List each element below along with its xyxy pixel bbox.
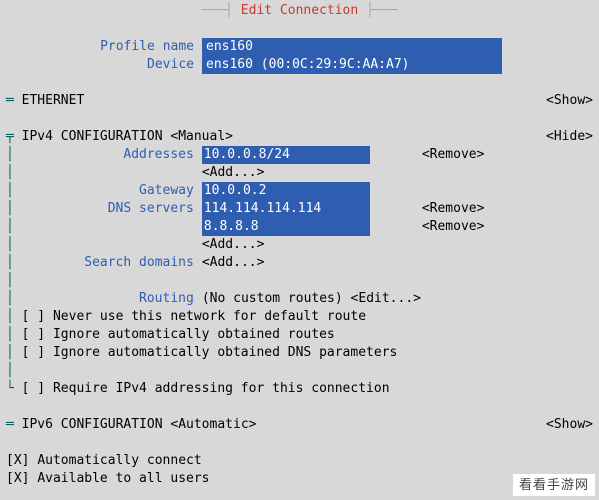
tree-pipe-icon: │ [6,218,14,236]
dns-input-1[interactable]: 8.8.8.8 [202,218,370,236]
gateway-label: Gateway [14,182,202,200]
gateway-row: │ Gateway 10.0.0.2 [6,182,593,200]
avail-all-label: Available to all users [37,470,209,488]
ignore-routes-checkbox[interactable]: [ ] [22,326,45,344]
title-border-right: ├─── [358,2,397,20]
avail-all-row: [X] Available to all users [6,470,593,488]
address-remove-button-0[interactable]: <Remove> [422,146,485,164]
check-require-ipv4-row: └ [ ] Require IPv4 addressing for this c… [6,380,593,398]
ignore-routes-label: Ignore automatically obtained routes [53,326,335,344]
search-domains-add-button[interactable]: <Add...> [202,254,265,272]
profile-name-input[interactable]: ens160 [202,38,502,56]
device-input[interactable]: ens160 (00:0C:29:9C:AA:A7) [202,56,502,74]
ignore-dns-checkbox[interactable]: [ ] [22,344,45,362]
ipv4-label: IPv4 CONFIGURATION [22,128,163,146]
dns-remove-button-1[interactable]: <Remove> [422,218,485,236]
title-border-left: ───┤ [202,2,241,20]
ipv6-section: ═ IPv6 CONFIGURATION <Automatic> <Show> [6,416,593,434]
dns-add-button[interactable]: <Add...> [202,236,265,254]
address-input-0[interactable]: 10.0.0.8/24 [202,146,370,164]
routing-label: Routing [14,290,202,308]
ipv4-mode-select[interactable]: <Manual> [170,128,233,146]
check-never-default-row: │ [ ] Never use this network for default… [6,308,593,326]
dns-add-row: │ <Add...> [6,236,593,254]
ignore-dns-label: Ignore automatically obtained DNS parame… [53,344,397,362]
search-domains-row: │ Search domains <Add...> [6,254,593,272]
section-marker-icon: ═ [6,92,14,110]
ipv4-hide-button[interactable]: <Hide> [546,128,593,146]
dns-row-1: │ 8.8.8.8 <Remove> [6,218,593,236]
dns-label: DNS servers [14,200,202,218]
tree-corner-icon: └ [6,380,14,398]
auto-connect-label: Automatically connect [37,452,201,470]
title-text: Edit Connection [241,2,358,20]
avail-all-checkbox[interactable]: [X] [6,470,29,488]
routing-status-text: (No custom routes) [202,290,343,308]
tree-pipe-icon: │ [6,200,14,218]
addresses-add-row: │ <Add...> [6,164,593,182]
ethernet-label: ETHERNET [22,92,85,110]
addresses-row: │ Addresses 10.0.0.8/24 <Remove> [6,146,593,164]
tree-pipe-icon: │ [6,272,14,290]
profile-name-row: Profile name ens160 [6,38,593,56]
section-marker-icon: ═ [6,416,14,434]
blank-pipe-row-2: │ [6,362,593,380]
search-domains-label: Search domains [14,254,202,272]
auto-connect-row: [X] Automatically connect [6,452,593,470]
window-title-bar: ───┤ Edit Connection ├─── [6,2,593,20]
check-ignore-dns-row: │ [ ] Ignore automatically obtained DNS … [6,344,593,362]
tree-pipe-icon: │ [6,290,14,308]
dns-remove-button-0[interactable]: <Remove> [422,200,485,218]
device-label: Device [6,56,202,74]
device-row: Device ens160 (00:0C:29:9C:AA:A7) [6,56,593,74]
addresses-label: Addresses [14,146,202,164]
routing-edit-button[interactable]: <Edit...> [351,290,421,308]
address-add-button[interactable]: <Add...> [202,164,265,182]
ethernet-show-button[interactable]: <Show> [546,92,593,110]
tree-pipe-icon: │ [6,326,14,344]
never-default-checkbox[interactable]: [ ] [22,308,45,326]
tree-pipe-icon: │ [6,164,14,182]
tree-pipe-icon: │ [6,236,14,254]
require-ipv4-label: Require IPv4 addressing for this connect… [53,380,390,398]
watermark-text: 看看手游网 [513,474,595,496]
ipv6-mode-select[interactable]: <Automatic> [170,416,256,434]
tree-pipe-icon: │ [6,182,14,200]
auto-connect-checkbox[interactable]: [X] [6,452,29,470]
routing-row: │ Routing (No custom routes) <Edit...> [6,290,593,308]
gateway-input[interactable]: 10.0.0.2 [202,182,370,200]
ipv4-section-header: ╤ IPv4 CONFIGURATION <Manual> <Hide> [6,128,593,146]
ipv6-label: IPv6 CONFIGURATION [22,416,163,434]
tree-pipe-icon: │ [6,308,14,326]
never-default-label: Never use this network for default route [53,308,366,326]
tree-pipe-icon: │ [6,146,14,164]
section-marker-icon: ╤ [6,128,14,146]
require-ipv4-checkbox[interactable]: [ ] [22,380,45,398]
dns-input-0[interactable]: 114.114.114.114 [202,200,370,218]
tree-pipe-icon: │ [6,254,14,272]
ipv6-show-button[interactable]: <Show> [546,416,593,434]
blank-pipe-row: │ [6,272,593,290]
tree-pipe-icon: │ [6,362,14,380]
dns-row-0: │ DNS servers 114.114.114.114 <Remove> [6,200,593,218]
tree-pipe-icon: │ [6,344,14,362]
ethernet-section: ═ ETHERNET <Show> [6,92,593,110]
profile-name-label: Profile name [6,38,202,56]
check-ignore-routes-row: │ [ ] Ignore automatically obtained rout… [6,326,593,344]
